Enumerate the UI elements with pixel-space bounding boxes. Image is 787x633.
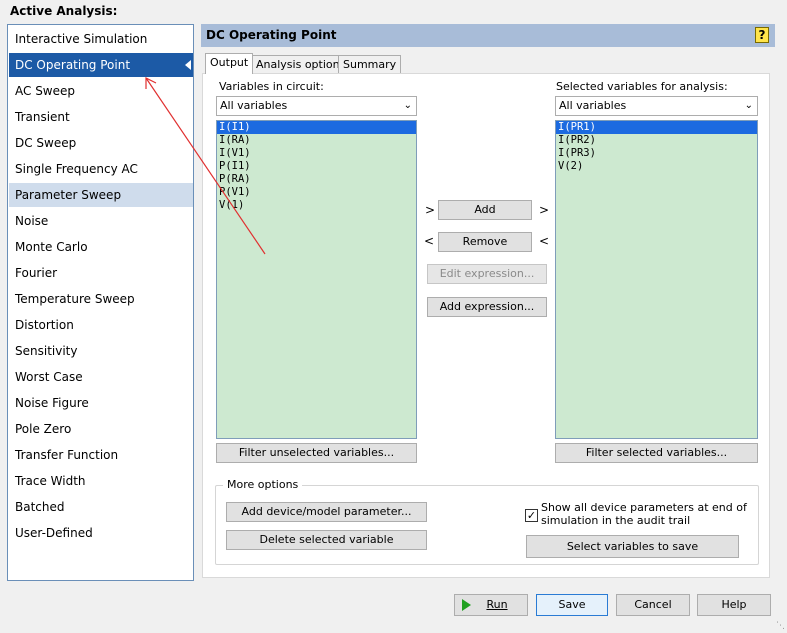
show-all-line-1: Show all device parameters at end of bbox=[541, 501, 747, 514]
analysis-item-transient[interactable]: Transient bbox=[9, 105, 193, 129]
analysis-item-temperature-sweep[interactable]: Temperature Sweep bbox=[9, 287, 193, 311]
selected-variables-list[interactable]: I(PR1) I(PR2) I(PR3) V(2) bbox=[555, 120, 758, 439]
add-left-chevron: > bbox=[425, 203, 436, 217]
help-button[interactable]: Help bbox=[697, 594, 771, 616]
panel-title: DC Operating Point bbox=[206, 28, 337, 42]
variable-item[interactable]: I(PR2) bbox=[556, 134, 757, 147]
analysis-item-label: DC Operating Point bbox=[15, 58, 131, 72]
chevron-down-icon: ⌄ bbox=[744, 100, 753, 111]
show-all-line-2: simulation in the audit trail bbox=[541, 514, 691, 527]
analysis-item-noise[interactable]: Noise bbox=[9, 209, 193, 233]
chevron-down-icon: ⌄ bbox=[403, 100, 412, 111]
analysis-item-user-defined[interactable]: User-Defined bbox=[9, 521, 193, 545]
selected-arrow-icon bbox=[185, 60, 191, 70]
analysis-item-ac-sweep[interactable]: AC Sweep bbox=[9, 79, 193, 103]
analysis-item-monte-carlo[interactable]: Monte Carlo bbox=[9, 235, 193, 259]
variable-item[interactable]: I(I1) bbox=[217, 121, 416, 134]
analysis-item-distortion[interactable]: Distortion bbox=[9, 313, 193, 337]
variable-item[interactable]: V(1) bbox=[217, 199, 416, 212]
analysis-list[interactable]: Interactive Simulation DC Operating Poin… bbox=[7, 24, 194, 581]
panel-header: DC Operating Point ? bbox=[201, 24, 775, 47]
left-filter-dropdown[interactable]: All variables ⌄ bbox=[216, 96, 417, 116]
variables-in-circuit-label: Variables in circuit: bbox=[219, 80, 324, 93]
selected-variables-label: Selected variables for analysis: bbox=[556, 80, 728, 93]
analysis-item-pole-zero[interactable]: Pole Zero bbox=[9, 417, 193, 441]
analysis-item-trace-width[interactable]: Trace Width bbox=[9, 469, 193, 493]
analysis-item-sensitivity[interactable]: Sensitivity bbox=[9, 339, 193, 363]
run-label: Run bbox=[486, 598, 508, 611]
tab-analysis-options[interactable]: Analysis options bbox=[251, 55, 351, 74]
analysis-item-single-frequency-ac[interactable]: Single Frequency AC bbox=[9, 157, 193, 181]
run-button[interactable]: Run bbox=[454, 594, 528, 616]
right-filter-dropdown[interactable]: All variables ⌄ bbox=[555, 96, 758, 116]
analysis-item-worst-case[interactable]: Worst Case bbox=[9, 365, 193, 389]
variable-item[interactable]: I(V1) bbox=[217, 147, 416, 160]
help-icon[interactable]: ? bbox=[755, 27, 769, 43]
analysis-item-dc-sweep[interactable]: DC Sweep bbox=[9, 131, 193, 155]
variables-in-circuit-list[interactable]: I(I1) I(RA) I(V1) P(I1) P(RA) P(V1) V(1) bbox=[216, 120, 417, 439]
right-filter-value: All variables bbox=[559, 99, 627, 112]
analysis-item-fourier[interactable]: Fourier bbox=[9, 261, 193, 285]
edit-expression-button[interactable]: Edit expression... bbox=[427, 264, 547, 284]
filter-unselected-variables-button[interactable]: Filter unselected variables... bbox=[216, 443, 417, 463]
add-device-model-parameter-button[interactable]: Add device/model parameter... bbox=[226, 502, 427, 522]
analysis-item-transfer-function[interactable]: Transfer Function bbox=[9, 443, 193, 467]
show-all-parameters-label[interactable]: Show all device parameters at end of sim… bbox=[541, 501, 747, 527]
tab-output[interactable]: Output bbox=[205, 53, 254, 74]
delete-selected-variable-button[interactable]: Delete selected variable bbox=[226, 530, 427, 550]
left-filter-value: All variables bbox=[220, 99, 288, 112]
more-options-title: More options bbox=[223, 478, 303, 491]
show-all-parameters-checkbox[interactable]: ✓ bbox=[525, 509, 538, 522]
resize-grip-icon[interactable]: ⋱ bbox=[776, 621, 785, 631]
variable-item[interactable]: P(I1) bbox=[217, 160, 416, 173]
variable-item[interactable]: P(V1) bbox=[217, 186, 416, 199]
add-expression-button[interactable]: Add expression... bbox=[427, 297, 547, 317]
select-variables-to-save-button[interactable]: Select variables to save bbox=[526, 535, 739, 558]
analysis-item-dc-operating-point[interactable]: DC Operating Point bbox=[9, 53, 193, 77]
analysis-item-noise-figure[interactable]: Noise Figure bbox=[9, 391, 193, 415]
analysis-item-parameter-sweep[interactable]: Parameter Sweep bbox=[9, 183, 193, 207]
variable-item[interactable]: V(2) bbox=[556, 160, 757, 173]
analysis-item-batched[interactable]: Batched bbox=[9, 495, 193, 519]
save-button[interactable]: Save bbox=[536, 594, 608, 616]
analysis-item-interactive-simulation[interactable]: Interactive Simulation bbox=[9, 27, 193, 51]
variable-item[interactable]: I(RA) bbox=[217, 134, 416, 147]
active-analysis-label: Active Analysis: bbox=[10, 4, 118, 18]
cancel-button[interactable]: Cancel bbox=[616, 594, 690, 616]
variable-item[interactable]: I(PR3) bbox=[556, 147, 757, 160]
add-button[interactable]: Add bbox=[438, 200, 532, 220]
play-icon bbox=[462, 599, 471, 611]
remove-button[interactable]: Remove bbox=[438, 232, 532, 252]
variable-item[interactable]: P(RA) bbox=[217, 173, 416, 186]
variable-item[interactable]: I(PR1) bbox=[556, 121, 757, 134]
tab-summary[interactable]: Summary bbox=[338, 55, 402, 74]
remove-left-chevron: < bbox=[424, 234, 435, 248]
filter-selected-variables-button[interactable]: Filter selected variables... bbox=[555, 443, 758, 463]
add-right-chevron: > bbox=[539, 203, 550, 217]
remove-right-chevron: < bbox=[539, 234, 550, 248]
